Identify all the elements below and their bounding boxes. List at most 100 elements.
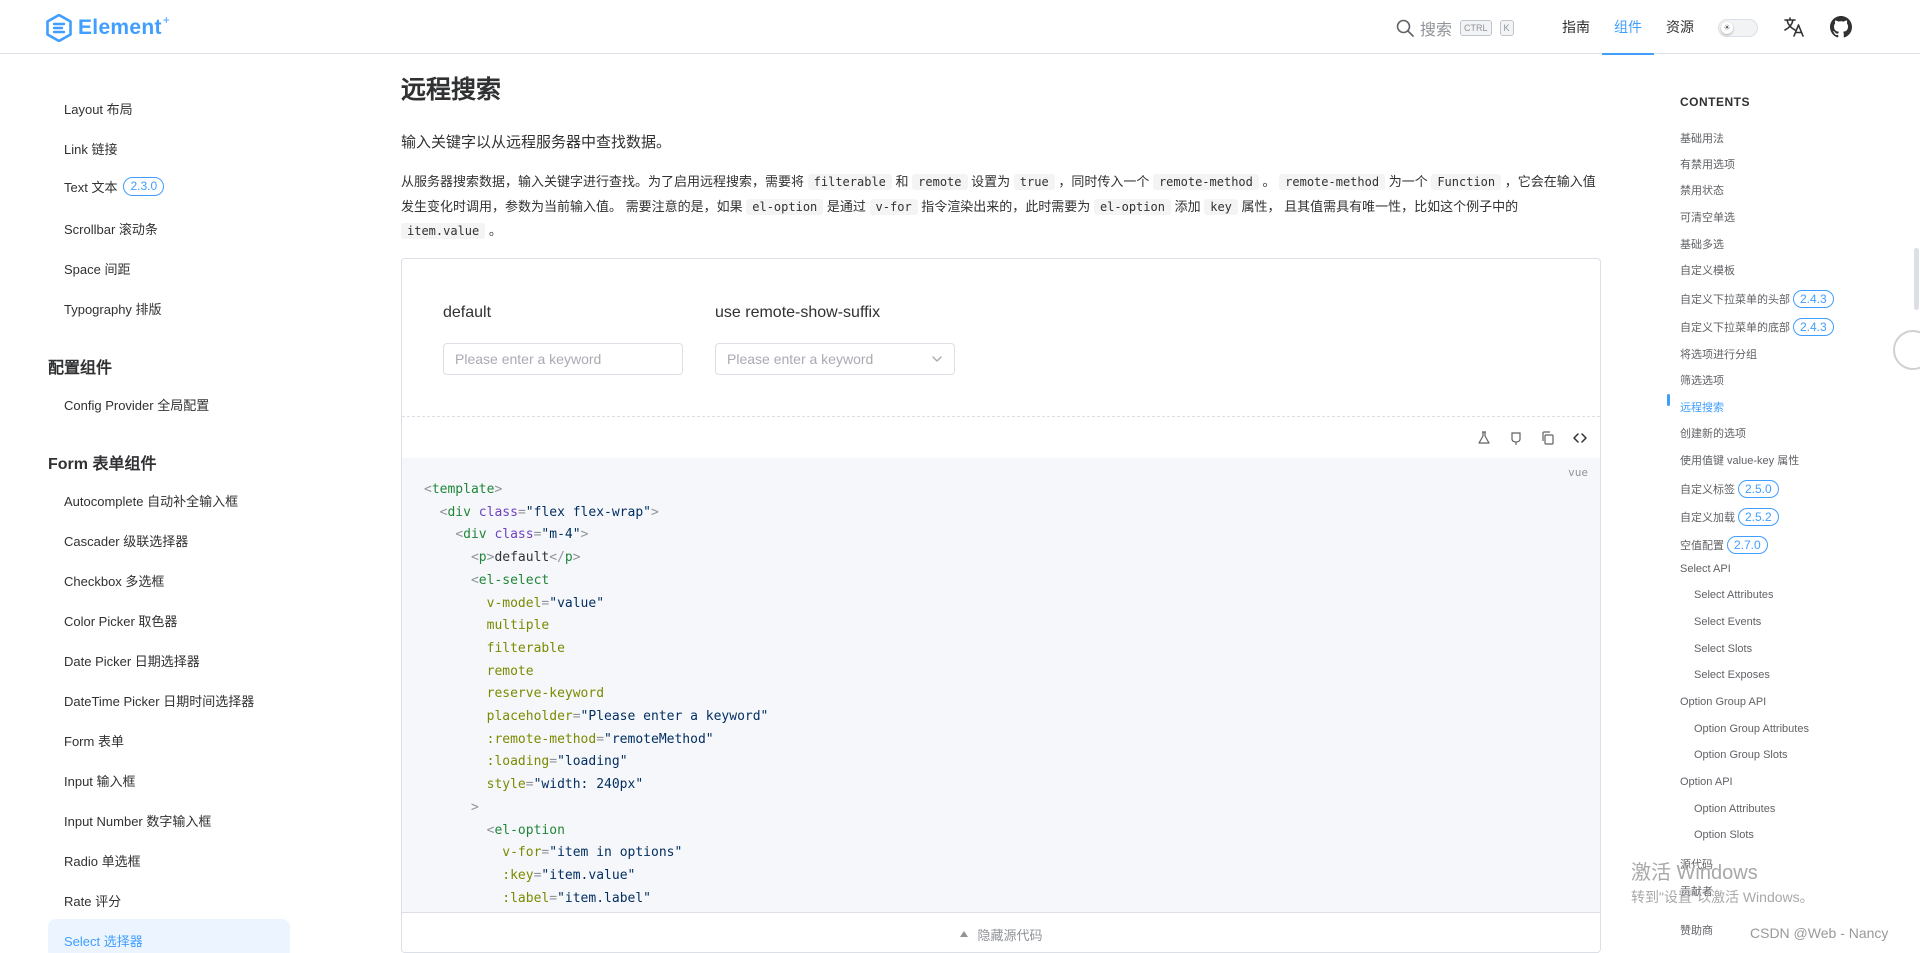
code-token: "loading" (557, 754, 628, 770)
code-token: > (572, 550, 581, 566)
scrollbar-thumb[interactable] (1914, 248, 1919, 310)
sidebar-item-input[interactable]: Input 输入框 (64, 771, 136, 790)
code-line: placeholder="Please enter a keyword" (424, 709, 769, 724)
toc-item[interactable]: 有禁用选项 (1680, 156, 1735, 172)
sidebar-item-datetime-picker[interactable]: DateTime Picker 日期时间选择器 (64, 691, 254, 710)
toc-item[interactable]: 自定义下拉菜单的底部 2.4.3 (1680, 318, 1834, 336)
kbd-ctrl: CTRL (1460, 20, 1492, 36)
floating-helper-icon[interactable] (1893, 330, 1920, 370)
code-toggle-icon[interactable] (1572, 430, 1588, 446)
code-token: = (596, 731, 605, 747)
desc-text: ，同时传入一个 (1058, 174, 1150, 189)
toc-item[interactable]: 基础用法 (1680, 130, 1724, 146)
toc-item[interactable]: 使用值键 value-key 属性 (1680, 452, 1799, 468)
remote-select-suffix[interactable]: Please enter a keyword (715, 343, 955, 375)
sidebar-item-text[interactable]: Text 文本 2.3.0 (64, 177, 165, 196)
toc-item[interactable]: 基础多选 (1680, 236, 1724, 252)
toc-item[interactable]: Option Group API (1680, 696, 1766, 708)
sidebar-item-scrollbar[interactable]: Scrollbar 滚动条 (64, 219, 158, 238)
sidebar-item-link[interactable]: Link 链接 (64, 139, 117, 158)
toc-item[interactable]: 远程搜索 (1680, 399, 1724, 415)
toc-item[interactable]: 禁用状态 (1680, 182, 1724, 198)
sidebar-item-form[interactable]: Form 表单 (64, 731, 124, 750)
toc-item[interactable]: 空值配置 2.7.0 (1680, 536, 1768, 554)
toc-item[interactable]: Option Attributes (1694, 803, 1775, 815)
sidebar-item-select[interactable]: Select 选择器 (64, 931, 143, 950)
sidebar: Layout 布局 Link 链接 Text 文本 2.3.0 Scrollbar… (0, 55, 300, 953)
code-token: remote (486, 663, 534, 679)
toc-item-label: 可清空单选 (1680, 212, 1735, 224)
toc-item-label: Select Slots (1694, 643, 1753, 655)
github-edit-icon[interactable] (1508, 430, 1524, 446)
dark-mode-toggle[interactable]: ☀ (1718, 19, 1758, 37)
demo-label-suffix: use remote-show-suffix (715, 304, 881, 321)
sidebar-item-date-picker[interactable]: Date Picker 日期选择器 (64, 651, 200, 670)
sidebar-item-input-number[interactable]: Input Number 数字输入框 (64, 811, 211, 830)
sidebar-item-label: Radio 单选框 (64, 854, 141, 869)
toc-item[interactable]: 自定义下拉菜单的头部 2.4.3 (1680, 290, 1834, 308)
toc-item[interactable]: 可清空单选 (1680, 209, 1735, 225)
search-button[interactable]: 搜索 CTRL K (1396, 16, 1514, 40)
toc-item-label: Option Group Attributes (1694, 723, 1809, 735)
toc-item[interactable]: Option Group Slots (1694, 749, 1788, 761)
inline-code: remote-method (1279, 174, 1386, 190)
sidebar-item-config-provider[interactable]: Config Provider 全局配置 (64, 395, 209, 414)
code-token: > (470, 799, 479, 815)
desc-text: 添加 (1174, 198, 1201, 214)
desc-text: 属性， 且其值需具有唯一性，比如这个例子中的 (1241, 198, 1519, 214)
playground-icon[interactable] (1476, 430, 1492, 446)
hide-code-button[interactable]: 隐藏源代码 (402, 912, 1600, 952)
code-token: :remote-method (486, 731, 597, 747)
code-token: :key (502, 867, 534, 883)
toc-item[interactable]: Select Events (1694, 616, 1761, 628)
inline-code: remote-method (1152, 174, 1259, 190)
sidebar-item-space[interactable]: Space 间距 (64, 259, 130, 278)
code-token: v-model (486, 595, 542, 611)
toc-item[interactable]: 自定义加载 2.5.2 (1680, 508, 1779, 526)
code-line: reserve-keyword (424, 686, 604, 701)
code-token: "item.value" (541, 867, 636, 883)
toc-item[interactable]: Option API (1680, 776, 1733, 788)
toc-item[interactable]: Option Group Attributes (1694, 723, 1809, 735)
logo[interactable]: Element + (46, 13, 175, 42)
remote-select-default[interactable]: Please enter a keyword (443, 343, 683, 375)
code-token: style (486, 777, 526, 793)
toc-item[interactable]: Select Exposes (1694, 669, 1770, 681)
version-badge: 2.5.2 (1738, 508, 1779, 526)
toc-item[interactable]: 自定义模板 (1680, 262, 1735, 278)
caret-up-icon (960, 931, 969, 937)
sidebar-item-checkbox[interactable]: Checkbox 多选框 (64, 571, 164, 590)
code-token: > (580, 527, 589, 543)
github-icon[interactable] (1830, 16, 1852, 38)
nav-link-resource[interactable]: 资源 (1654, 0, 1706, 54)
toc-item[interactable]: Option Slots (1694, 829, 1754, 841)
toc-item[interactable]: 赞助商 (1680, 922, 1713, 938)
sidebar-item-color-picker[interactable]: Color Picker 取色器 (64, 611, 177, 630)
toc-item[interactable]: Select Attributes (1694, 589, 1774, 601)
sidebar-item-typography[interactable]: Typography 排版 (64, 299, 162, 318)
sidebar-item-rate[interactable]: Rate 评分 (64, 891, 121, 910)
toc-item[interactable]: 自定义标签 2.5.0 (1680, 480, 1779, 498)
code-token: "remoteMethod" (604, 731, 714, 747)
sidebar-item-label: Date Picker 日期选择器 (64, 654, 200, 669)
inline-code: filterable (807, 174, 892, 190)
toc-item-label: 远程搜索 (1680, 402, 1724, 414)
code-token: = (549, 754, 558, 770)
sidebar-item-autocomplete[interactable]: Autocomplete 自动补全输入框 (64, 491, 238, 510)
sidebar-item-layout[interactable]: Layout 布局 (64, 99, 133, 118)
nav-link-component[interactable]: 组件 (1602, 0, 1654, 55)
toc-item[interactable]: Select Slots (1694, 643, 1752, 655)
inline-code: remote (912, 174, 968, 190)
kbd-k: K (1499, 20, 1514, 36)
toc-item[interactable]: 创建新的选项 (1680, 425, 1746, 441)
toc-item[interactable]: 筛选选项 (1680, 372, 1724, 388)
copy-icon[interactable] (1540, 430, 1556, 446)
code-token: class (494, 527, 534, 543)
demo-label-default: default (443, 304, 492, 321)
toc-item[interactable]: 将选项进行分组 (1680, 346, 1757, 362)
translate-icon[interactable] (1782, 15, 1806, 39)
sidebar-item-radio[interactable]: Radio 单选框 (64, 851, 141, 870)
sidebar-item-cascader[interactable]: Cascader 级联选择器 (64, 531, 188, 550)
toc-item[interactable]: Select API (1680, 563, 1731, 575)
nav-link-guide[interactable]: 指南 (1550, 0, 1602, 54)
